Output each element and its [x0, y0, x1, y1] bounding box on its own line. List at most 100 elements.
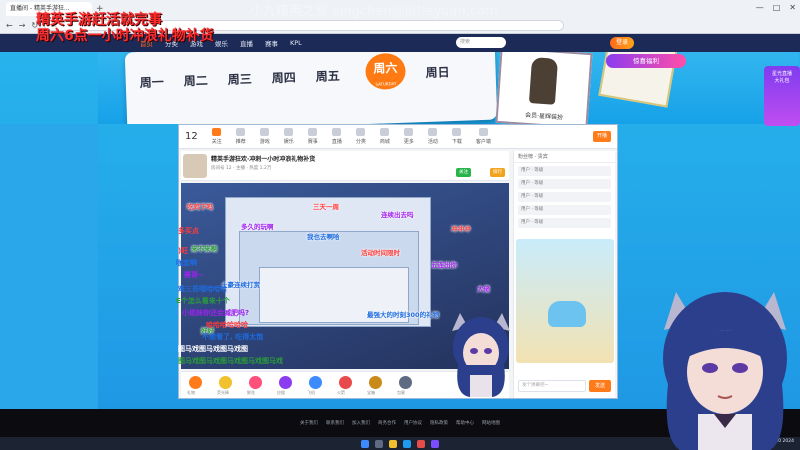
nav-item-events[interactable]: 赛事 — [265, 38, 278, 48]
toolbar-item[interactable]: 活动 — [428, 128, 438, 145]
room-title: 精英手游狂欢·冲刺一小时冲浪礼物补货 — [211, 156, 316, 163]
danmaku-comment: 难三吾哦哈哈哈 — [178, 285, 227, 293]
calendar-card: 周一 周二 周三 周四 周五 周六 SATURDAY 周日 — [124, 52, 498, 124]
room-info: 精英手游狂欢·冲刺一小时冲浪礼物补货 房间号 12 · 主播 · 热度 1.2万… — [181, 151, 509, 181]
footer-link[interactable]: 联系我们 — [326, 420, 344, 426]
danmaku-comment: 冲冲冲 — [451, 225, 471, 233]
maximize-icon[interactable]: □ — [773, 3, 781, 12]
sidebar-header[interactable]: 粉丝榜 · 贵宾 — [514, 151, 615, 163]
gift-label: 包裹 — [397, 390, 405, 395]
day-label: 周一 — [139, 75, 165, 90]
search-input[interactable]: 搜索 — [456, 37, 506, 48]
start-icon[interactable] — [361, 439, 369, 448]
character-figure — [528, 57, 559, 105]
watch-count[interactable]: 12 — [185, 131, 198, 142]
vtuber-avatar — [663, 292, 787, 450]
gift-icon[interactable] — [219, 376, 232, 389]
toolbar-item[interactable]: 游戏 — [260, 128, 270, 145]
toolbar-item[interactable]: 直播 — [332, 128, 342, 145]
toolbar-item[interactable]: 关注 — [212, 128, 222, 145]
back-icon[interactable]: ← — [6, 21, 13, 30]
danmaku-comment: 连续出去吗 — [381, 211, 414, 219]
floating-promo-title: 星光直播 — [771, 71, 792, 77]
footer-link[interactable]: 帮助中心 — [456, 420, 474, 426]
day-label: 周三 — [227, 72, 252, 87]
footer-link[interactable]: 隐私政策 — [430, 420, 448, 426]
list-item[interactable]: 用户 · 等级 — [518, 218, 611, 228]
toolbar-item[interactable]: 赛事 — [308, 128, 318, 145]
chat-sidebar: 粉丝榜 · 贵宾 用户 · 等级 用户 · 等级 用户 · 等级 用户 · 等级… — [513, 151, 615, 398]
minimize-icon[interactable]: — — [756, 3, 764, 12]
list-item[interactable]: 用户 · 等级 — [518, 192, 611, 202]
gift-icon[interactable] — [189, 376, 202, 389]
login-button[interactable]: 登录 — [610, 37, 635, 49]
floating-promo-sub: 大礼包 — [774, 78, 790, 84]
danmaku-comment: 不想看了, 吃得太饱 — [202, 333, 264, 341]
close-icon[interactable]: ✕ — [789, 3, 796, 12]
nav-item-entertainment[interactable]: 娱乐 — [215, 38, 228, 48]
footer-link[interactable]: 网站地图 — [482, 420, 500, 426]
promo-banner[interactable]: 周一 周二 周三 周四 周五 周六 SATURDAY 周日 会员·星辉装扮 惊喜… — [98, 52, 798, 124]
footer-link[interactable]: 商务合作 — [378, 420, 396, 426]
footer-link[interactable]: 用户协议 — [404, 420, 422, 426]
folder-icon[interactable] — [389, 439, 397, 448]
poster-caption: 会员·星辉装扮 — [524, 111, 564, 122]
overlay-line: 精英手游赶活就完事 — [36, 12, 162, 28]
rank-button[interactable]: 排行 — [490, 168, 505, 177]
window-controls: — □ ✕ — [756, 3, 796, 12]
danmaku-comment: 最强大的时刻300的礼物 — [367, 311, 440, 319]
left-pane — [0, 124, 98, 409]
danmaku-comment: 大佬 — [477, 285, 490, 293]
toolbar-item[interactable]: 商城 — [380, 128, 390, 145]
search-icon[interactable] — [375, 439, 383, 448]
gift-icon[interactable] — [339, 376, 352, 389]
danmaku-comment: 来不来啊 — [191, 245, 217, 253]
app-icon[interactable] — [431, 439, 439, 448]
overlay-line: 周六6点一小时冲浪礼物补货 — [36, 28, 214, 44]
danmaku-comment: 活动时间限时 — [361, 249, 400, 257]
nav-item-kpl[interactable]: KPL — [290, 39, 302, 47]
day-label: 周二 — [183, 73, 209, 89]
toolbar-item[interactable]: 分类 — [356, 128, 366, 145]
floating-promo[interactable]: 星光直播 大礼包 — [764, 66, 800, 126]
danmaku-comment: 小姐妹你还会减肥吗? — [182, 309, 250, 317]
footer-link[interactable]: 加入我们 — [352, 420, 370, 426]
forward-icon[interactable]: → — [19, 21, 26, 30]
toolbar-item[interactable]: 客户端 — [476, 128, 491, 145]
danmaku-comment: 哈哈哈哈哈哈 — [206, 321, 248, 329]
chat-input[interactable]: 发个弹幕吧~ — [518, 380, 586, 392]
danmaku-comment: 图马戏图马戏图马戏图马戏图马戏 — [178, 357, 283, 365]
list-item[interactable]: 用户 · 等级 — [518, 205, 611, 215]
app-icon[interactable] — [417, 439, 425, 448]
gift-icon[interactable] — [369, 376, 382, 389]
toolbar-item[interactable]: 娱乐 — [284, 128, 294, 145]
gift-label: 礼物 — [187, 390, 195, 395]
danmaku-comment: 三天一周 — [313, 203, 339, 211]
toolbar-item[interactable]: 更多 — [404, 128, 414, 145]
footer-link[interactable]: 关于我们 — [300, 420, 318, 426]
gift-icon[interactable] — [399, 376, 412, 389]
promo-badge[interactable]: 惊喜福利 — [606, 54, 686, 68]
list-item[interactable]: 用户 · 等级 — [518, 179, 611, 189]
poster-card: 会员·星辉装扮 — [495, 52, 593, 124]
send-button[interactable]: 发送 — [589, 380, 611, 392]
nav-item-live[interactable]: 直播 — [240, 38, 253, 48]
car-illustration — [548, 301, 586, 327]
danmaku-comment: )旺 — [178, 247, 189, 255]
gift-icon[interactable] — [309, 376, 322, 389]
toolbar-item[interactable]: 下载 — [452, 128, 462, 145]
gift-icon[interactable] — [249, 376, 262, 389]
list-item[interactable]: 用户 · 等级 — [518, 166, 611, 176]
follow-button[interactable]: 关注 — [456, 168, 471, 177]
open-live-button[interactable]: 开播 — [592, 131, 611, 142]
browser-icon[interactable] — [403, 439, 411, 448]
danmaku-comment: 赛哥~ — [184, 271, 204, 279]
gift-label: 应援 — [277, 390, 285, 395]
day-label: 周五 — [315, 68, 340, 84]
gift-icon[interactable] — [279, 376, 292, 389]
danmaku-comment: 吃鸡下吗 — [187, 203, 213, 211]
sidebar-ad[interactable] — [516, 239, 614, 363]
avatar[interactable] — [183, 154, 207, 178]
gift-label: 宝箱 — [367, 390, 375, 395]
toolbar-item[interactable]: 推荐 — [236, 128, 246, 145]
